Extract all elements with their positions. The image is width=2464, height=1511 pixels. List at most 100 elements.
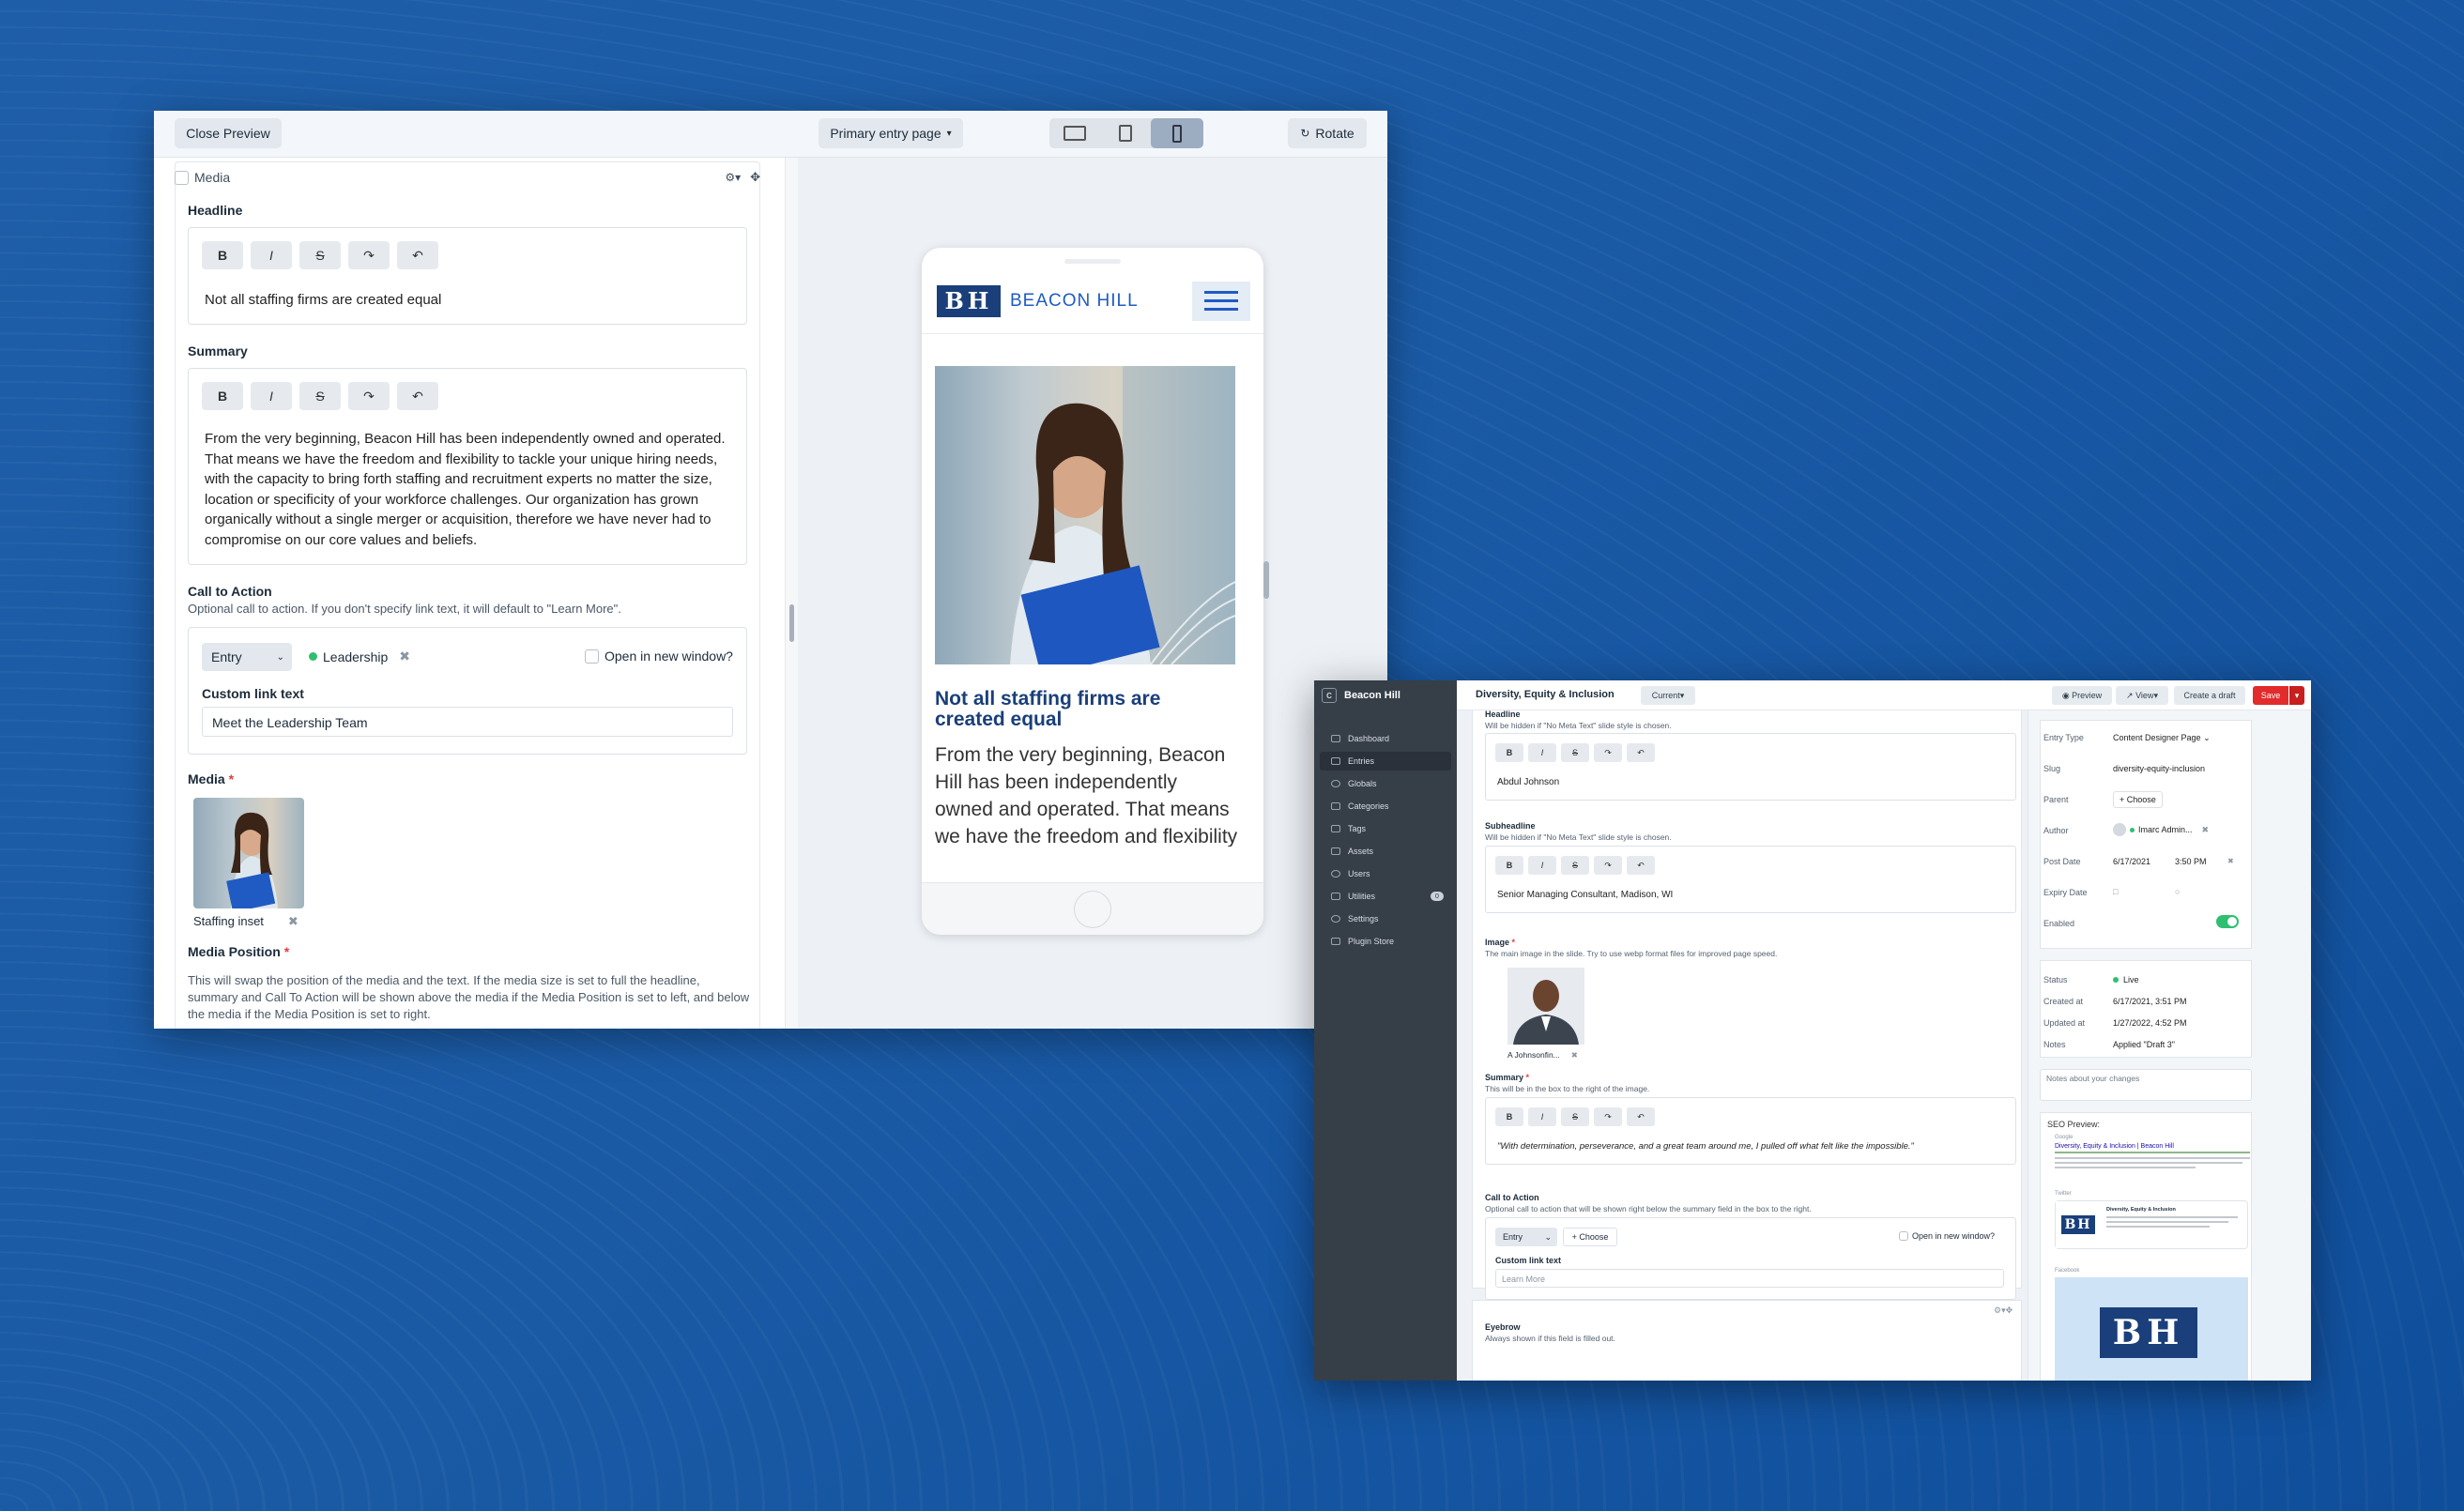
cta-type-select[interactable]: Entry ⌄ bbox=[202, 643, 292, 671]
parent-choose-button[interactable]: + Choose bbox=[2113, 791, 2163, 808]
create-draft-button[interactable]: Create a draft bbox=[2174, 686, 2245, 705]
view-menu[interactable]: ↗ View ▾ bbox=[2116, 686, 2168, 705]
editor-scrollbar[interactable] bbox=[785, 158, 798, 1029]
author-name: Imarc Admin... bbox=[2138, 825, 2193, 834]
beacon-hill-logo[interactable]: BH bbox=[937, 284, 1001, 317]
new-window-checkbox[interactable] bbox=[1899, 1231, 1908, 1241]
block-actions-icon[interactable]: ⚙▾✥ bbox=[1994, 1305, 2013, 1316]
new-window-checkbox[interactable] bbox=[585, 649, 599, 664]
redo-icon[interactable]: ↷ bbox=[348, 382, 390, 410]
custom-link-input[interactable]: Meet the Leadership Team bbox=[202, 707, 733, 737]
strike-icon[interactable]: S bbox=[1561, 856, 1589, 875]
subheadline-field[interactable]: B I S ↷ ↶ Senior Managing Consultant, Madiso… bbox=[1485, 846, 2016, 913]
nav-settings[interactable]: Settings bbox=[1320, 909, 1451, 928]
page-select[interactable]: Primary entry page ▾ bbox=[819, 118, 963, 148]
revision-label: Current bbox=[1651, 691, 1680, 700]
twitter-desc-line bbox=[2106, 1216, 2238, 1218]
desktop-icon[interactable] bbox=[1049, 118, 1100, 148]
site-switcher[interactable]: C Beacon Hill bbox=[1322, 688, 1400, 703]
image-asset-label: A Johnsonfin... bbox=[1507, 1050, 1560, 1060]
hamburger-menu-icon[interactable] bbox=[1192, 281, 1250, 321]
summary-label-text: Summary bbox=[1485, 1073, 1524, 1082]
bold-icon[interactable]: B bbox=[1495, 1107, 1523, 1126]
phone-icon[interactable] bbox=[1151, 118, 1203, 148]
strike-icon[interactable]: S bbox=[1561, 1107, 1589, 1126]
undo-icon[interactable]: ↶ bbox=[1627, 743, 1655, 762]
close-preview-button[interactable]: Close Preview bbox=[175, 118, 282, 148]
calendar-icon[interactable]: □ bbox=[2113, 887, 2118, 896]
enabled-toggle[interactable] bbox=[2216, 915, 2239, 928]
nav-label: Plugin Store bbox=[1348, 937, 1395, 946]
move-icon[interactable]: ✥ bbox=[750, 170, 760, 185]
bold-icon[interactable]: B bbox=[202, 241, 243, 269]
post-date-input[interactable]: 6/17/2021 bbox=[2113, 857, 2150, 866]
post-time-input[interactable]: 3:50 PM bbox=[2175, 857, 2207, 866]
bold-icon[interactable]: B bbox=[1495, 856, 1523, 875]
strike-icon[interactable]: S bbox=[1561, 743, 1589, 762]
nav-label: Users bbox=[1348, 869, 1370, 878]
scrollbar-thumb[interactable] bbox=[789, 604, 794, 642]
entry-type-select[interactable]: Content Designer Page ⌄ bbox=[2113, 733, 2211, 743]
redo-icon[interactable]: ↷ bbox=[1594, 743, 1622, 762]
remove-icon[interactable]: ✖ bbox=[399, 649, 410, 664]
strike-icon[interactable]: S bbox=[299, 382, 341, 410]
remove-icon[interactable]: ✖ bbox=[1571, 1050, 1578, 1061]
remove-icon[interactable]: ✖ bbox=[2202, 825, 2210, 835]
italic-icon[interactable]: I bbox=[1528, 856, 1556, 875]
strike-icon[interactable]: S bbox=[299, 241, 341, 269]
new-window-option[interactable]: Open in new window? bbox=[585, 649, 733, 664]
author-chip[interactable]: Imarc Admin... ✖ bbox=[2113, 823, 2209, 836]
bold-icon[interactable]: B bbox=[1495, 743, 1523, 762]
italic-icon[interactable]: I bbox=[1528, 743, 1556, 762]
avatar bbox=[2113, 823, 2126, 836]
new-window-option[interactable]: Open in new window? bbox=[1899, 1231, 1995, 1241]
editor-pane: Media ⚙▾ ✥ Headline B I S ↷ ↶ Not all staffi… bbox=[154, 158, 798, 1029]
revision-menu[interactable]: Current ▾ bbox=[1641, 686, 1695, 705]
save-button[interactable]: Save bbox=[2253, 686, 2288, 705]
nav-tags[interactable]: Tags bbox=[1320, 819, 1451, 838]
redo-icon[interactable]: ↷ bbox=[348, 241, 390, 269]
bold-icon[interactable]: B bbox=[202, 382, 243, 410]
nav-categories[interactable]: Categories bbox=[1320, 797, 1451, 816]
undo-icon[interactable]: ↶ bbox=[397, 382, 438, 410]
nav-dashboard[interactable]: Dashboard bbox=[1320, 729, 1451, 748]
remove-icon[interactable]: ✖ bbox=[288, 914, 298, 929]
revision-notes-input[interactable]: Notes about your changes bbox=[2040, 1069, 2252, 1101]
gear-icon[interactable]: ⚙▾ bbox=[725, 171, 741, 184]
headline-field[interactable]: B I S ↷ ↶ Not all staffing firms are created… bbox=[188, 227, 747, 325]
headline-field[interactable]: B I S ↷ ↶ Abdul Johnson bbox=[1485, 733, 2016, 801]
media-thumbnail[interactable] bbox=[193, 798, 304, 908]
live-status-dot bbox=[309, 652, 317, 661]
custom-link-input[interactable]: Learn More bbox=[1495, 1269, 2004, 1288]
rotate-button[interactable]: ↻ Rotate bbox=[1288, 118, 1367, 148]
nav-utilities[interactable]: Utilities 0 bbox=[1320, 887, 1451, 906]
nav-entries[interactable]: Entries bbox=[1320, 752, 1451, 771]
italic-icon[interactable]: I bbox=[1528, 1107, 1556, 1126]
undo-icon[interactable]: ↶ bbox=[1627, 1107, 1655, 1126]
redo-icon[interactable]: ↷ bbox=[1594, 856, 1622, 875]
preview-button[interactable]: ◉ Preview bbox=[2052, 686, 2112, 705]
undo-icon[interactable]: ↶ bbox=[1627, 856, 1655, 875]
nav-label: Settings bbox=[1348, 914, 1379, 923]
image-thumbnail[interactable] bbox=[1507, 968, 1584, 1045]
italic-icon[interactable]: I bbox=[251, 382, 292, 410]
block-checkbox[interactable] bbox=[175, 170, 189, 185]
nav-plugin-store[interactable]: Plugin Store bbox=[1320, 932, 1451, 951]
summary-field[interactable]: B I S ↷ ↶ From the very beginning, Beacon Hi… bbox=[188, 368, 747, 565]
cta-type-select[interactable]: Entry ⌄ bbox=[1495, 1228, 1557, 1246]
undo-icon[interactable]: ↶ bbox=[397, 241, 438, 269]
clock-icon[interactable]: ○ bbox=[2175, 887, 2180, 896]
nav-users[interactable]: Users bbox=[1320, 864, 1451, 883]
cta-entry-chip[interactable]: Leadership ✖ bbox=[309, 649, 410, 664]
save-options-chevron-icon[interactable]: ▾ bbox=[2289, 686, 2304, 705]
nav-assets[interactable]: Assets bbox=[1320, 842, 1451, 861]
redo-icon[interactable]: ↷ bbox=[1594, 1107, 1622, 1126]
clear-icon[interactable]: ✖ bbox=[2227, 857, 2234, 865]
summary-field[interactable]: B I S ↷ ↶ "With determination, perseverance,… bbox=[1485, 1097, 2016, 1165]
preview-scrollbar[interactable] bbox=[1263, 561, 1269, 599]
tablet-icon[interactable] bbox=[1100, 118, 1151, 148]
nav-globals[interactable]: Globals bbox=[1320, 774, 1451, 793]
slug-input[interactable]: diversity-equity-inclusion bbox=[2113, 764, 2205, 773]
italic-icon[interactable]: I bbox=[251, 241, 292, 269]
cta-choose-button[interactable]: + Choose bbox=[1563, 1228, 1617, 1246]
